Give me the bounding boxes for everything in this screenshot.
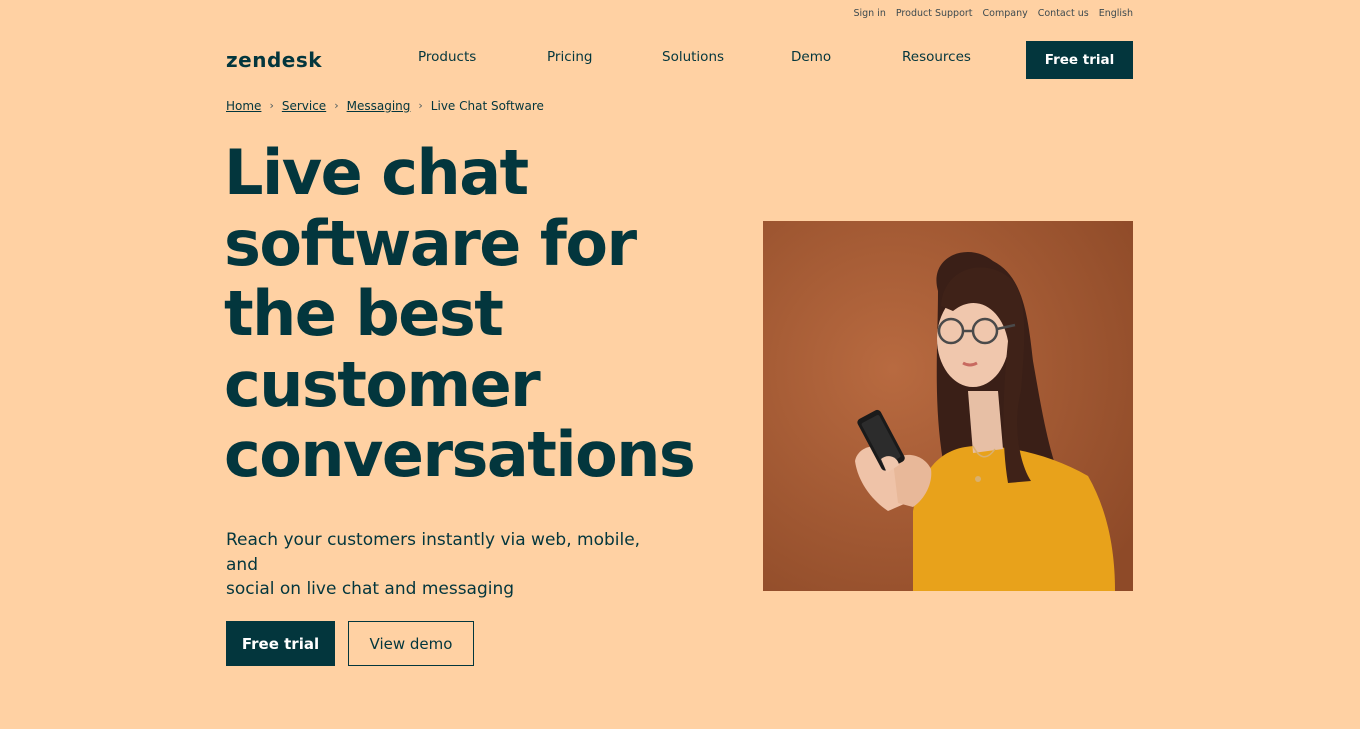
chevron-right-icon: › (269, 99, 274, 112)
view-demo-button[interactable]: View demo (348, 621, 474, 666)
sign-in-link[interactable]: Sign in (853, 8, 885, 19)
title-line: the best (224, 277, 504, 350)
hero-photo (763, 221, 1133, 591)
nav-item-demo[interactable]: Demo (791, 48, 831, 66)
hero-subtitle: Reach your customers instantly via web, … (226, 528, 666, 602)
free-trial-button[interactable]: Free trial (226, 621, 335, 666)
nav-item-products[interactable]: Products (418, 48, 476, 66)
product-support-link[interactable]: Product Support (896, 8, 973, 19)
utility-nav: Sign in Product Support Company Contact … (853, 8, 1133, 19)
breadcrumb-service[interactable]: Service (282, 98, 326, 114)
chevron-right-icon: › (334, 99, 339, 112)
title-line: Live chat (224, 136, 529, 209)
language-selector[interactable]: English (1099, 8, 1133, 19)
breadcrumb: Home › Service › Messaging › Live Chat S… (226, 98, 544, 114)
header-free-trial-button[interactable]: Free trial (1026, 41, 1133, 79)
zendesk-logo[interactable]: zendesk (226, 48, 322, 72)
woman-with-phone-illustration (763, 221, 1133, 591)
page-title: Live chat software for the best customer… (224, 136, 724, 491)
subtitle-line: Reach your customers instantly via web, … (226, 530, 641, 575)
company-link[interactable]: Company (983, 8, 1028, 19)
contact-us-link[interactable]: Contact us (1038, 8, 1089, 19)
nav-item-pricing[interactable]: Pricing (547, 48, 593, 66)
breadcrumb-home[interactable]: Home (226, 98, 261, 114)
title-line: software for (224, 206, 637, 280)
subtitle-line: social on live chat and messaging (226, 579, 515, 599)
breadcrumb-current: Live Chat Software (430, 99, 544, 113)
title-line: conversations (224, 418, 696, 491)
title-line: customer (224, 347, 541, 421)
breadcrumb-messaging[interactable]: Messaging (347, 98, 411, 114)
nav-item-resources[interactable]: Resources (902, 48, 971, 66)
chevron-right-icon: › (418, 99, 423, 112)
nav-item-solutions[interactable]: Solutions (662, 48, 724, 66)
